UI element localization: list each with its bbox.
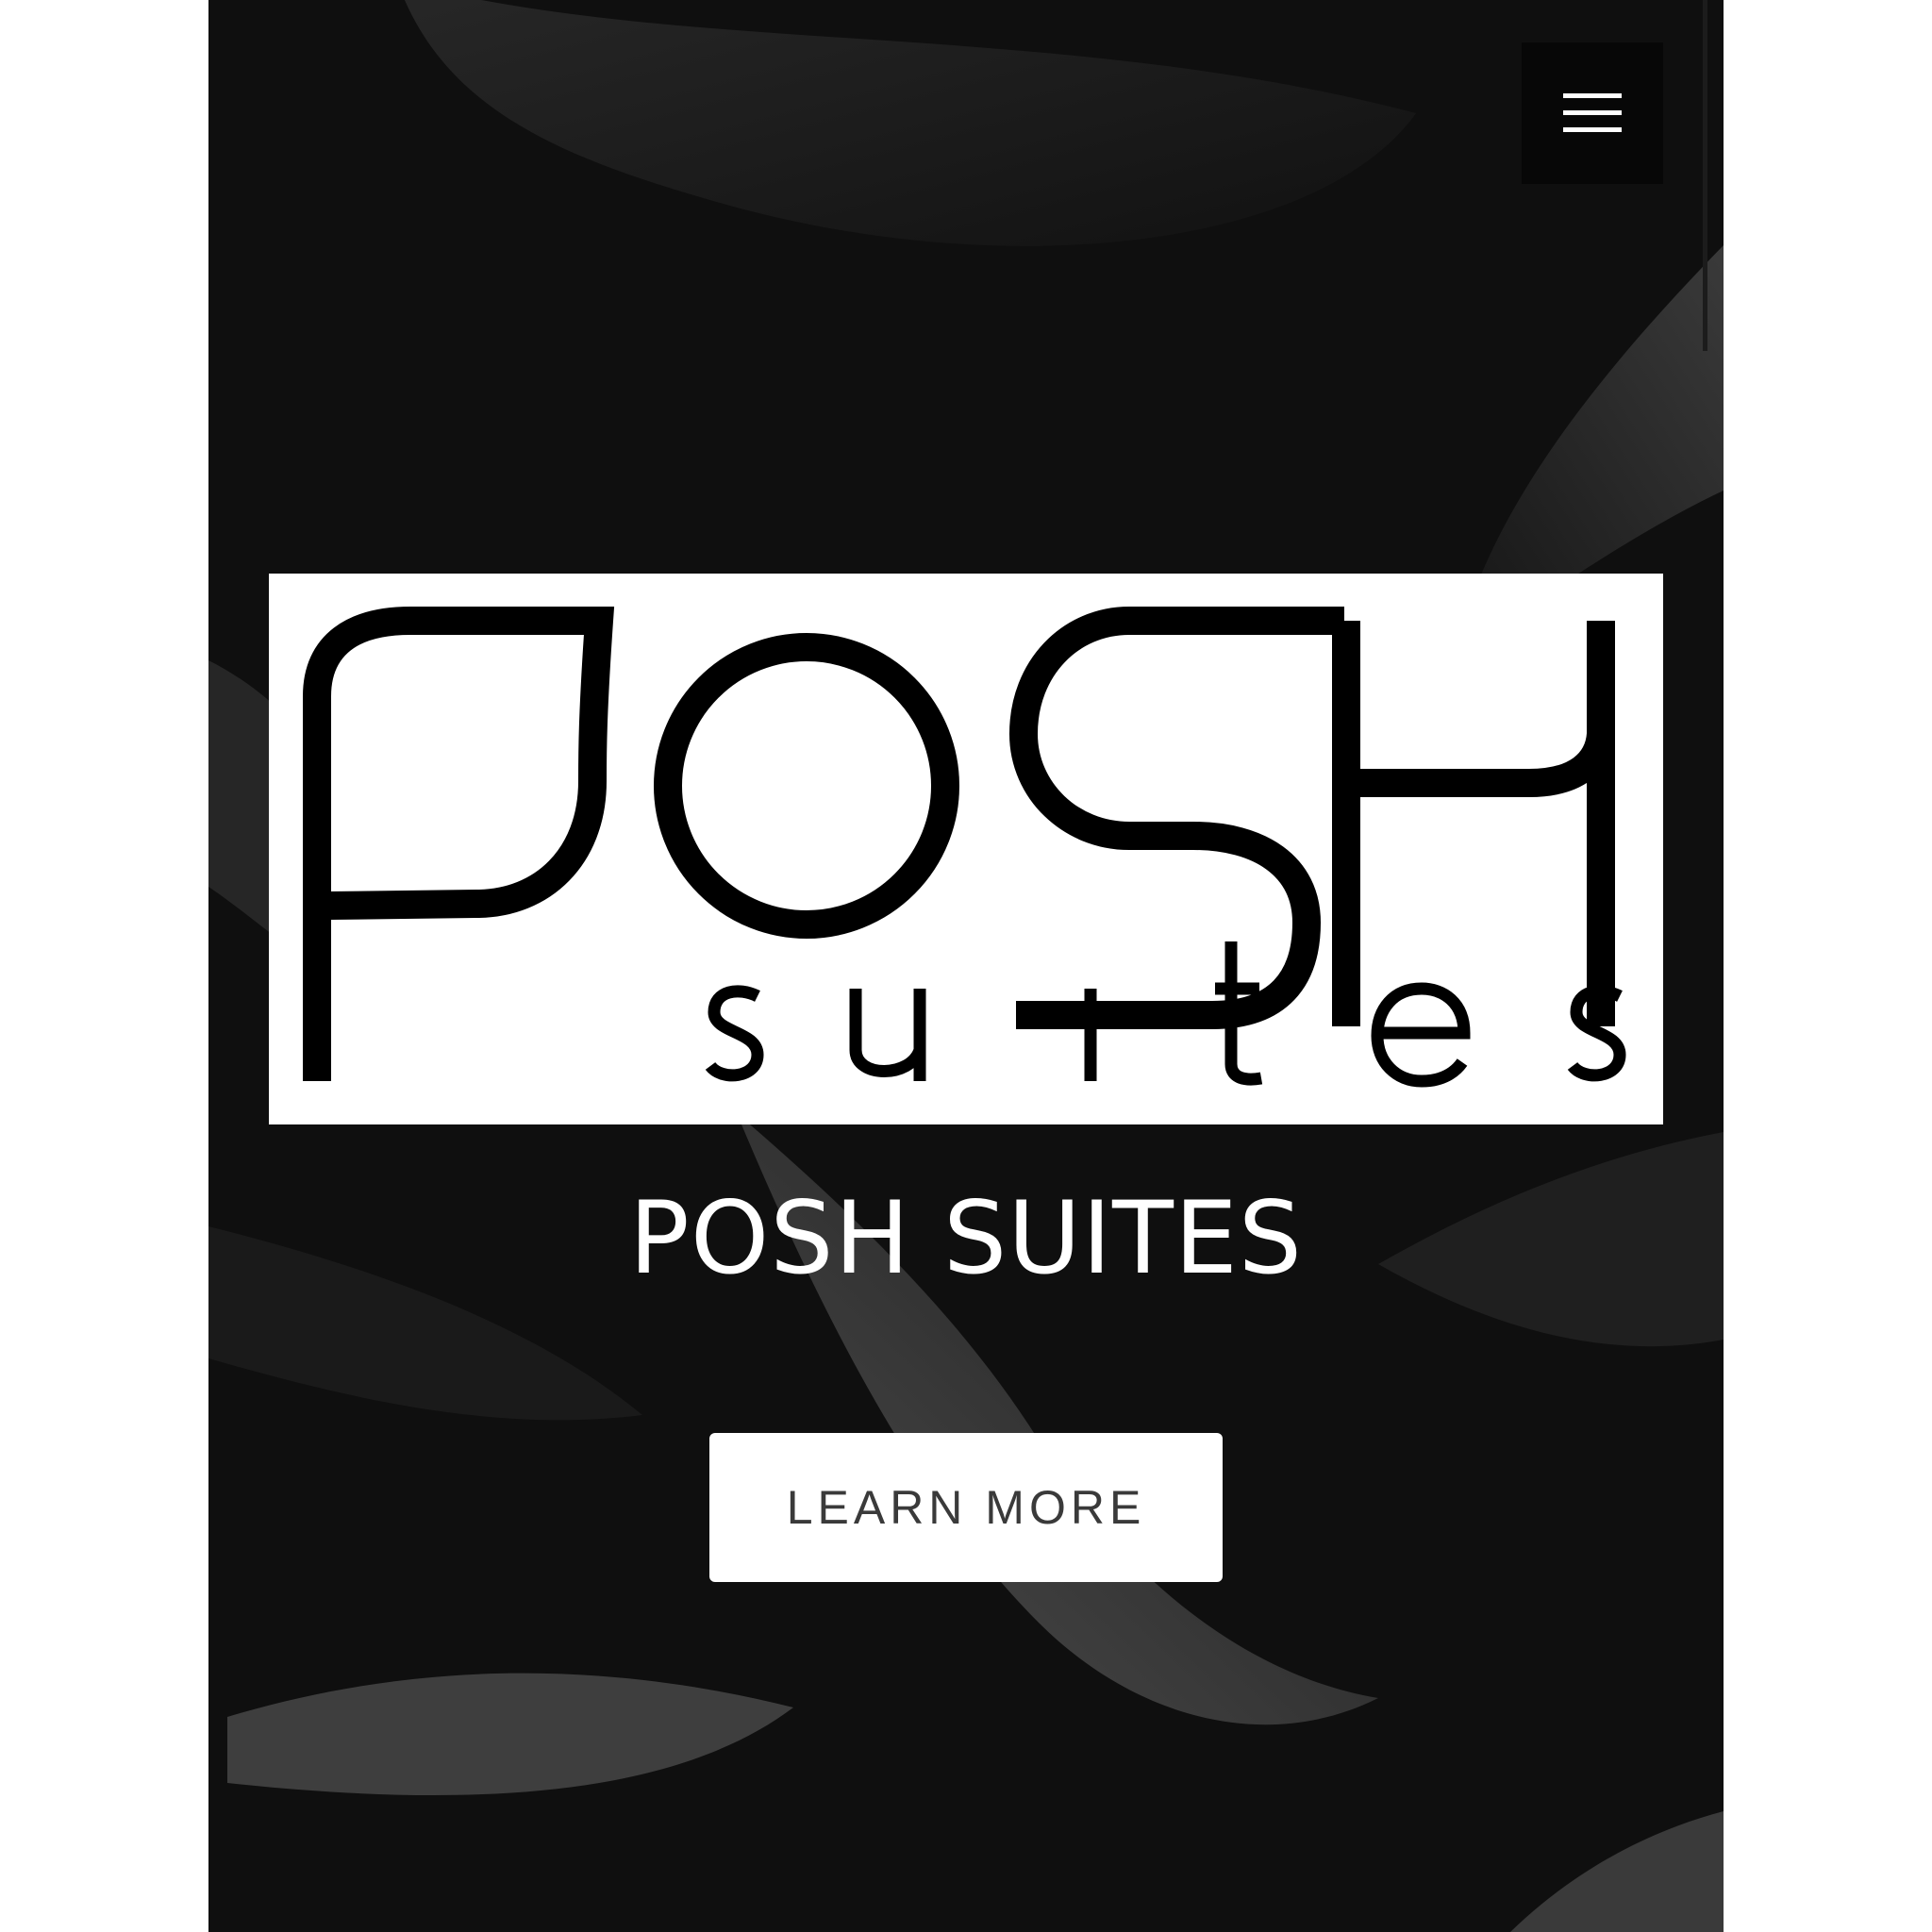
hero-section: POSH SUITES LEARN MORE bbox=[208, 0, 1724, 1932]
brand-logo bbox=[269, 574, 1663, 1124]
hamburger-menu-icon bbox=[1563, 93, 1622, 132]
menu-button[interactable] bbox=[1522, 42, 1663, 184]
scroll-indicator bbox=[1703, 0, 1707, 351]
learn-more-button[interactable]: LEARN MORE bbox=[709, 1433, 1223, 1582]
hero-title: POSH SUITES bbox=[628, 1180, 1304, 1296]
